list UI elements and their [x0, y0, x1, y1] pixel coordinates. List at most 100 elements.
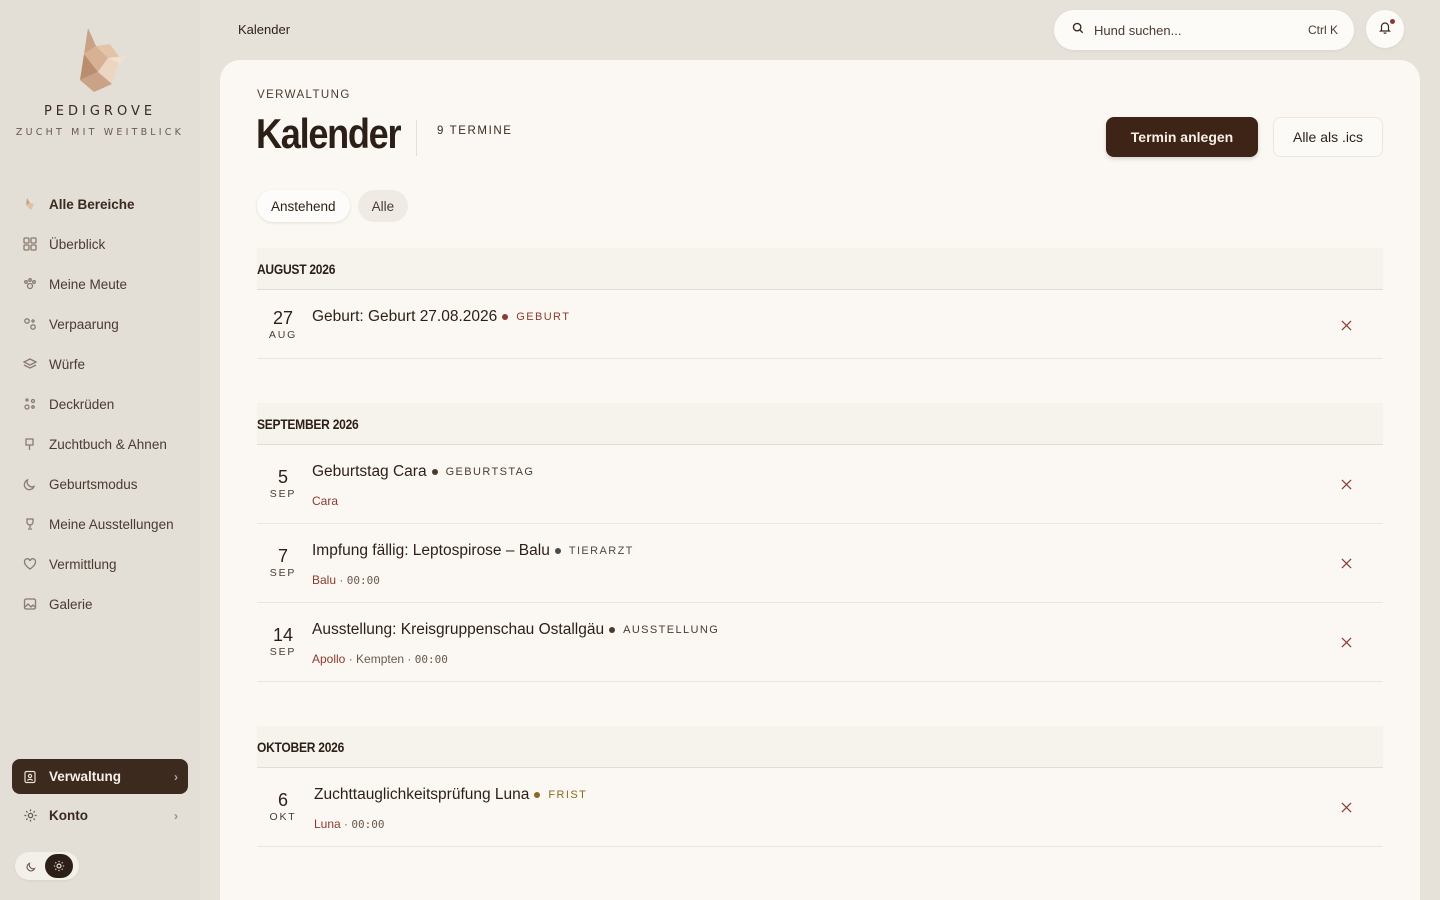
tag-dot-icon: [534, 792, 541, 798]
sidebar-item-deckrueden[interactable]: Deckrüden: [12, 384, 188, 424]
event-dog-link[interactable]: Apollo: [312, 652, 345, 666]
event-month: AUG: [268, 329, 298, 341]
sidebar-item-verwaltung[interactable]: Verwaltung ›: [12, 759, 188, 794]
close-icon[interactable]: [1339, 556, 1353, 570]
sidebar-item-meine-meute[interactable]: Meine Meute: [12, 264, 188, 304]
filter-anstehend[interactable]: Anstehend: [257, 190, 350, 222]
event-tag: FRIST: [548, 789, 588, 801]
page-kicker: VERWALTUNG: [257, 89, 351, 101]
sidebar-item-label: Deckrüden: [49, 396, 115, 412]
sidebar-item-label: Konto: [49, 808, 88, 823]
search-icon: [1072, 21, 1084, 39]
search-input[interactable]: Hund suchen... Ctrl K: [1054, 10, 1354, 50]
event-title-row: Ausstellung: Kreisgruppenschau Ostallgäu…: [312, 621, 719, 639]
event-place: Kempten: [356, 652, 405, 666]
close-icon[interactable]: [1339, 318, 1353, 332]
book-icon: [22, 436, 38, 452]
event-row[interactable]: 5 SEP Geburtstag Cara GEBURTSTAG Cara: [257, 445, 1383, 524]
event-tag: GEBURT: [516, 311, 571, 323]
close-icon[interactable]: [1339, 800, 1353, 814]
sidebar-item-label: Verwaltung: [49, 769, 122, 784]
sidebar-item-verpaarung[interactable]: Verpaarung: [12, 304, 188, 344]
fox-logo-icon: [80, 28, 126, 92]
paw-icon: [22, 276, 38, 292]
trophy-icon: [22, 516, 38, 532]
event-meta: Cara: [312, 494, 338, 508]
month-header: OKTOBER 2026: [257, 726, 1383, 768]
event-time: 00:00: [351, 818, 385, 831]
brand-tagline: ZUCHT MIT WEITBLICK: [15, 127, 185, 138]
event-meta: Luna · 00:00: [314, 817, 385, 831]
month-gap: [257, 359, 1383, 403]
event-date: 7 SEP: [267, 546, 299, 579]
event-title: Impfung fällig: Leptospirose – Balu: [312, 542, 550, 559]
light-mode-sun-icon[interactable]: [45, 854, 73, 878]
event-row[interactable]: 7 SEP Impfung fällig: Leptospirose – Bal…: [257, 524, 1383, 603]
event-date: 6 OKT: [267, 790, 299, 823]
filter-tabs: Anstehend Alle: [257, 190, 409, 222]
event-day: 6: [277, 790, 288, 810]
event-row[interactable]: 6 OKT Zuchttauglichkeitsprüfung Luna FRI…: [257, 768, 1383, 847]
event-day: 14: [272, 625, 294, 645]
notification-dot: [1390, 19, 1395, 24]
sidebar: PEDIGROVE ZUCHT MIT WEITBLICK Alle Berei…: [0, 0, 200, 900]
dark-mode-moon-icon[interactable]: [17, 854, 45, 878]
sidebar-item-alle-bereiche[interactable]: Alle Bereiche: [12, 184, 188, 224]
event-meta: Balu · 00:00: [312, 573, 380, 587]
meta-separator: ·: [407, 652, 415, 666]
fox-icon: [22, 196, 38, 212]
sidebar-item-wuerfe[interactable]: Würfe: [12, 344, 188, 384]
sidebar-item-label: Geburtsmodus: [49, 476, 138, 492]
event-title-row: Geburt: Geburt 27.08.2026 GEBURT: [312, 308, 570, 326]
event-day: 7: [277, 546, 288, 566]
tag-dot-icon: [609, 627, 616, 633]
sidebar-item-ausstellungen[interactable]: Meine Ausstellungen: [12, 504, 188, 544]
sidebar-item-zuchtbuch[interactable]: Zuchtbuch & Ahnen: [12, 424, 188, 464]
event-month: OKT: [269, 811, 297, 823]
chevron-right-icon: ›: [174, 808, 178, 823]
export-ics-button[interactable]: Alle als .ics: [1273, 117, 1383, 157]
sidebar-item-ueberblick[interactable]: Überblick: [12, 224, 188, 264]
event-title-row: Impfung fällig: Leptospirose – Balu TIER…: [312, 542, 634, 560]
gear-icon: [22, 808, 38, 824]
event-title-row: Geburtstag Cara GEBURTSTAG: [312, 463, 534, 481]
filter-alle[interactable]: Alle: [357, 190, 409, 222]
sidebar-item-vermittlung[interactable]: Vermittlung: [12, 544, 188, 584]
event-time: 00:00: [346, 574, 380, 587]
close-icon[interactable]: [1339, 635, 1353, 649]
image-icon: [22, 596, 38, 612]
search-shortcut: Ctrl K: [1308, 23, 1338, 37]
event-row[interactable]: 14 SEP Ausstellung: Kreisgruppenschau Os…: [257, 603, 1383, 682]
event-dog-link[interactable]: Cara: [312, 494, 338, 508]
heart-icon: [22, 556, 38, 572]
theme-toggle[interactable]: [15, 852, 79, 880]
meta-separator: ·: [348, 652, 357, 666]
event-list: AUGUST 2026 27 AUG Geburt: Geburt 27.08.…: [257, 248, 1383, 847]
event-dog-link[interactable]: Balu: [312, 573, 336, 587]
brand-logo[interactable]: PEDIGROVE ZUCHT MIT WEITBLICK: [0, 24, 200, 138]
add-event-button[interactable]: Termin anlegen: [1106, 117, 1258, 157]
month-header: AUGUST 2026: [257, 248, 1383, 290]
sidebar-item-konto[interactable]: Konto ›: [12, 798, 188, 833]
sidebar-item-galerie[interactable]: Galerie: [12, 584, 188, 624]
moon-icon: [22, 476, 38, 492]
event-tag: TIERARZT: [568, 545, 634, 557]
close-icon[interactable]: [1339, 477, 1353, 491]
tag-dot-icon: [554, 548, 561, 554]
tag-dot-icon: [431, 469, 438, 475]
grid-icon: [22, 236, 38, 252]
month-label: SEPTEMBER 2026: [257, 415, 359, 432]
notifications-button[interactable]: [1366, 10, 1404, 48]
main-panel: VERWALTUNG Kalender 9 TERMINE Termin anl…: [220, 60, 1420, 900]
event-title: Geburtstag Cara: [312, 463, 427, 480]
sidebar-item-label: Galerie: [49, 596, 93, 612]
event-title: Zuchttauglichkeitsprüfung Luna: [314, 786, 530, 803]
chevron-right-icon: ›: [174, 769, 178, 784]
sidebar-item-geburtsmodus[interactable]: Geburtsmodus: [12, 464, 188, 504]
event-row[interactable]: 27 AUG Geburt: Geburt 27.08.2026 GEBURT: [257, 290, 1383, 359]
pairing-icon: [22, 316, 38, 332]
event-title-row: Zuchttauglichkeitsprüfung Luna FRIST: [314, 786, 587, 804]
sidebar-item-label: Würfe: [49, 356, 86, 372]
event-day: 5: [277, 467, 288, 487]
event-dog-link[interactable]: Luna: [314, 817, 341, 831]
